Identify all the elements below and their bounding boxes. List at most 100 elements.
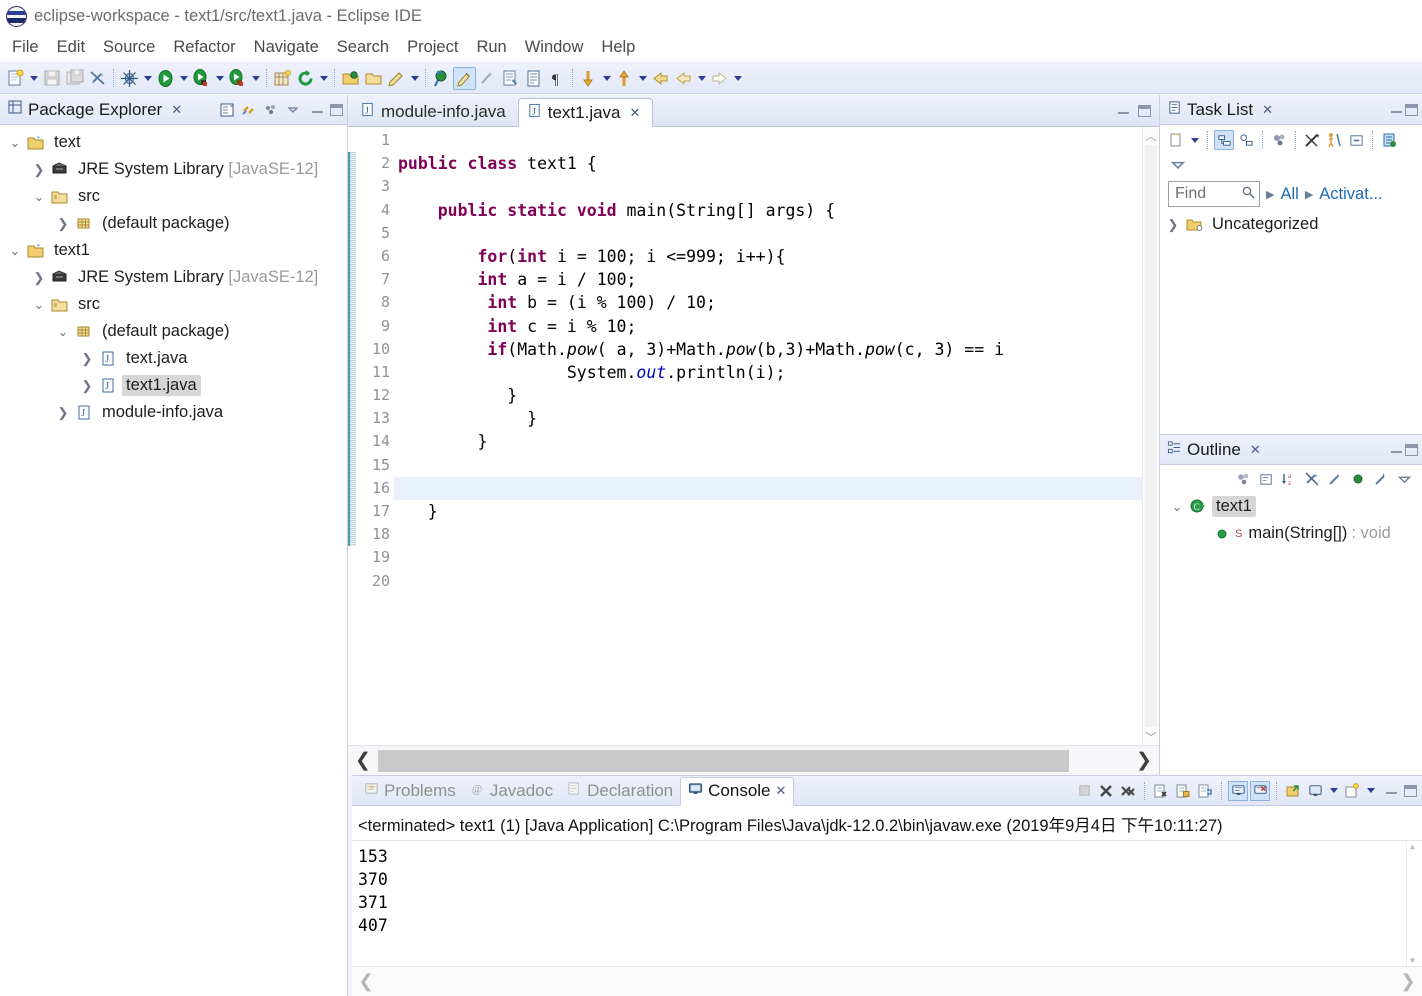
external-tools-dropdown-arrow[interactable]: [249, 67, 262, 89]
chevron-down-icon[interactable]: ⌄: [28, 189, 50, 205]
new-wizard-icon[interactable]: [4, 67, 27, 90]
collapse-all-icon[interactable]: [1346, 130, 1366, 150]
new-task-dropdown-arrow[interactable]: [1188, 129, 1201, 151]
chevron-down-icon[interactable]: ⌄: [4, 243, 26, 259]
run-coverage-icon[interactable]: [190, 67, 213, 90]
tree-row[interactable]: ⌄ text1: [0, 237, 347, 264]
menu-run[interactable]: Run: [467, 36, 515, 59]
console-vertical-scrollbar[interactable]: [1406, 841, 1422, 966]
refresh-icon[interactable]: [294, 67, 317, 90]
open-type-icon[interactable]: [339, 67, 362, 90]
chevron-down-icon[interactable]: ⌄: [4, 135, 26, 151]
next-annotation-down-icon[interactable]: [577, 67, 600, 90]
pin-console-icon[interactable]: [1250, 780, 1270, 801]
previous-annotation-dropdown-arrow[interactable]: [636, 67, 649, 89]
open-console-icon[interactable]: [1305, 781, 1325, 801]
back-dropdown-arrow[interactable]: [695, 67, 708, 89]
outline-row[interactable]: ⌄ Ctext1: [1162, 493, 1422, 520]
debug-dropdown-arrow[interactable]: [141, 67, 154, 89]
editor-vertical-scrollbar[interactable]: ︿ ﹀: [1142, 127, 1159, 745]
open-task-icon[interactable]: [362, 67, 385, 90]
menu-window[interactable]: Window: [516, 36, 593, 59]
code-text[interactable]: public class text1 { public static void …: [394, 127, 1142, 745]
sort-icon[interactable]: az: [1279, 469, 1299, 489]
back-history-icon[interactable]: [649, 67, 672, 90]
toggle-mark-occurrences-icon[interactable]: [86, 67, 109, 90]
menu-project[interactable]: Project: [398, 36, 467, 59]
view-menu-arrow-icon[interactable]: [283, 100, 303, 120]
new-class-dropdown-arrow[interactable]: [408, 67, 421, 89]
maximize-icon[interactable]: [1404, 784, 1417, 797]
hide-static-icon[interactable]: s: [1325, 469, 1345, 489]
outline-row[interactable]: Smain(String[]) : void: [1162, 520, 1422, 547]
chevron-right-icon[interactable]: ❯: [1162, 217, 1184, 233]
back-icon[interactable]: [672, 67, 695, 90]
close-icon[interactable]: ✕: [1262, 102, 1273, 118]
close-icon[interactable]: ✕: [171, 102, 182, 118]
scroll-right-arrow[interactable]: ❯: [1394, 971, 1422, 992]
console-output[interactable]: 153 370 371 407: [352, 841, 1422, 966]
tree-row[interactable]: ❯ JRE System Library [JavaSE-12]: [0, 156, 347, 183]
previous-annotation-up-icon[interactable]: [613, 67, 636, 90]
editor-tab-text1[interactable]: J text1.java ✕: [517, 98, 654, 127]
save-icon[interactable]: [40, 67, 63, 90]
display-console-dropdown-arrow[interactable]: [1327, 780, 1340, 802]
remove-all-terminated-icon[interactable]: [1118, 781, 1138, 801]
chevron-down-icon[interactable]: ⌄: [1166, 499, 1188, 515]
debug-icon[interactable]: [118, 67, 141, 90]
breadcrumb-all[interactable]: All: [1280, 185, 1298, 204]
menu-file[interactable]: File: [3, 36, 48, 59]
scrollbar-thumb[interactable]: [1145, 145, 1157, 727]
tab-problems[interactable]: Problems: [357, 779, 463, 803]
minimize-icon[interactable]: [1385, 785, 1398, 796]
next-annotation-dropdown-arrow[interactable]: [600, 67, 613, 89]
display-selected-console-icon[interactable]: [1283, 781, 1303, 801]
show-ui-legend-icon[interactable]: [1324, 130, 1344, 150]
scroll-left-arrow[interactable]: ❮: [352, 971, 380, 992]
run-icon[interactable]: [154, 67, 177, 90]
task-find-input[interactable]: Find: [1168, 181, 1260, 207]
tree-row[interactable]: ⌄ src: [0, 183, 347, 210]
chevron-right-icon[interactable]: ❯: [52, 405, 74, 421]
new-task-icon[interactable]: [1166, 130, 1186, 150]
menu-edit[interactable]: Edit: [48, 36, 94, 59]
coverage-dropdown-arrow[interactable]: [213, 67, 226, 89]
hide-nonpublic-icon[interactable]: [1348, 469, 1368, 489]
collapse-all-icon[interactable]: [217, 100, 237, 120]
scrollbar-thumb[interactable]: [378, 749, 1069, 772]
scroll-left-arrow[interactable]: ❮: [348, 749, 378, 772]
scroll-up-arrow[interactable]: ︿: [1143, 127, 1159, 144]
chevron-down-icon[interactable]: ⌄: [52, 324, 74, 340]
focus-on-workweek-icon[interactable]: [1269, 130, 1289, 150]
maximize-icon[interactable]: [1405, 103, 1418, 116]
editor-tab-module-info[interactable]: J module-info.java: [352, 97, 518, 126]
maximize-icon[interactable]: [1138, 104, 1151, 117]
view-menu-icon[interactable]: [1379, 130, 1399, 150]
link-with-editor-icon[interactable]: [239, 100, 259, 120]
editor-horizontal-scrollbar[interactable]: ❮ ❯: [348, 745, 1159, 775]
tree-row[interactable]: ❯ Jmodule-info.java: [0, 399, 347, 426]
maximize-icon[interactable]: [330, 103, 343, 116]
chevron-right-icon[interactable]: ❯: [28, 162, 50, 178]
run-dropdown-arrow[interactable]: [177, 67, 190, 89]
collapse-all-icon[interactable]: [1256, 469, 1276, 489]
tree-row[interactable]: ❯ Jtext1.java: [0, 372, 347, 399]
new-java-project-icon[interactable]: [271, 67, 294, 90]
chevron-right-icon[interactable]: ❯: [52, 216, 74, 232]
search-icon[interactable]: [430, 67, 453, 90]
run-external-tools-icon[interactable]: [226, 67, 249, 90]
minimize-icon[interactable]: [1117, 105, 1130, 116]
tree-row[interactable]: ⌄ text: [0, 129, 347, 156]
breadcrumb-activate[interactable]: Activat...: [1319, 185, 1382, 204]
tree-row[interactable]: ❯ Jtext.java: [0, 345, 347, 372]
chevron-right-icon[interactable]: ❯: [76, 378, 98, 394]
tab-outline[interactable]: Outline ✕: [1165, 438, 1265, 462]
paragraph-mark-icon[interactable]: ¶: [545, 67, 568, 90]
scrollbar-track[interactable]: [378, 749, 1129, 772]
save-all-icon[interactable]: [63, 67, 86, 90]
menu-refactor[interactable]: Refactor: [164, 36, 244, 59]
tab-task-list[interactable]: Task List ✕: [1165, 98, 1277, 122]
tab-declaration[interactable]: Declaration: [560, 779, 680, 803]
refresh-dropdown-arrow[interactable]: [317, 67, 330, 89]
minimize-icon[interactable]: [1390, 104, 1403, 115]
